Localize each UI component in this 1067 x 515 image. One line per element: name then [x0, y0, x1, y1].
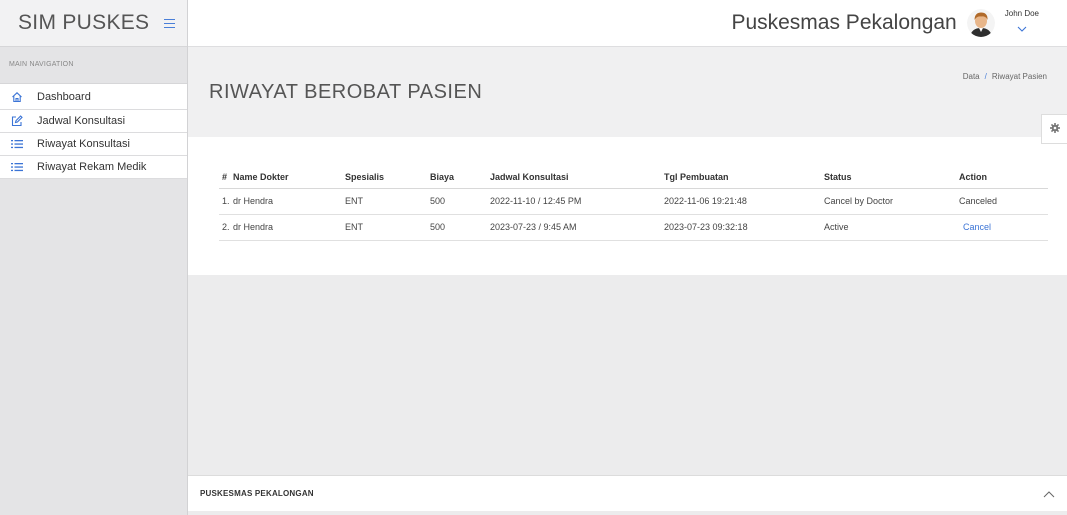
cell-jadwal: 2022-11-10 / 12:45 PM	[490, 188, 664, 215]
main-content: RIWAYAT BEROBAT PASIEN Data / Riwayat Pasi…	[188, 47, 1067, 515]
breadcrumb-current: Riwayat Pasien	[991, 72, 1047, 81]
sidebar-item-label: Riwayat Rekam Medik	[37, 161, 147, 173]
column-header-biaya: Biaya	[430, 166, 490, 189]
column-header-action: Action	[959, 166, 1048, 189]
site-title: Puskesmas Pekalongan	[731, 11, 957, 34]
cell-doctor-name: dr Hendra	[232, 214, 345, 241]
cell-jadwal: 2023-07-23 / 9:45 AM	[490, 214, 664, 241]
sidebar-item-label: Riwayat Konsultasi	[37, 138, 130, 150]
cell-tgl-pembuatan: 2023-07-23 09:32:18	[664, 214, 824, 241]
page-title: RIWAYAT BEROBAT PASIEN	[209, 81, 483, 103]
table-header-row: # Name Dokter Spesialis Biaya Jadwal Kon…	[219, 166, 1048, 189]
settings-toggle-button[interactable]	[1041, 114, 1067, 144]
user-name: John Doe	[1004, 9, 1039, 18]
column-header-tgl: Tgl Pembuatan	[664, 166, 824, 189]
sidebar-item-riwayat-konsultasi[interactable]: Riwayat Konsultasi	[0, 133, 187, 156]
column-header-name: Name Dokter	[232, 166, 345, 189]
chevron-down-icon	[1017, 19, 1027, 37]
table-row: 1. dr Hendra ENT 500 2022-11-10 / 12:45 …	[219, 188, 1048, 215]
sidebar-item-dashboard[interactable]: Dashboard	[0, 84, 187, 110]
cell-biaya: 500	[430, 214, 490, 241]
breadcrumb-separator: /	[984, 72, 987, 81]
footer-text: PUSKESMAS PEKALONGAN	[200, 489, 314, 498]
user-menu[interactable]: John Doe	[1005, 9, 1039, 37]
avatar[interactable]	[966, 9, 995, 37]
cell-action-text: Canceled	[959, 188, 1048, 215]
cell-biaya: 500	[430, 188, 490, 215]
nav-list: Dashboard Jadwal Konsultasi Riwayat Kons…	[0, 83, 187, 179]
cell-action: Cancel	[959, 214, 1048, 241]
list-icon	[10, 160, 24, 174]
cancel-link[interactable]: Cancel	[959, 222, 991, 232]
column-header-jadwal: Jadwal Konsultasi	[490, 166, 664, 189]
list-icon	[10, 137, 24, 151]
cell-number: 1.	[219, 188, 232, 215]
table-row: 2. dr Hendra ENT 500 2023-07-23 / 9:45 A…	[219, 214, 1048, 241]
column-header-status: Status	[824, 166, 959, 189]
breadcrumb-root[interactable]: Data	[963, 72, 980, 81]
cell-spesialis: ENT	[345, 188, 430, 215]
gear-icon	[1049, 120, 1060, 138]
history-table: # Name Dokter Spesialis Biaya Jadwal Kon…	[219, 166, 1048, 241]
home-icon	[10, 90, 24, 104]
brand-name[interactable]: SIM PUSKES	[18, 11, 149, 35]
cell-spesialis: ENT	[345, 214, 430, 241]
edit-icon	[10, 114, 24, 128]
sidebar-item-jadwal-konsultasi[interactable]: Jadwal Konsultasi	[0, 110, 187, 133]
chevron-up-icon[interactable]	[1043, 485, 1055, 503]
column-header-number: #	[219, 166, 232, 189]
sidebar-item-riwayat-rekam-medik[interactable]: Riwayat Rekam Medik	[0, 156, 187, 179]
cell-status: Active	[824, 214, 959, 241]
cell-number: 2.	[219, 214, 232, 241]
sidebar-item-label: Dashboard	[37, 90, 91, 103]
footer: PUSKESMAS PEKALONGAN	[188, 475, 1067, 511]
sidebar: SIM PUSKES MAIN NAVIGATION Dashboard Jad…	[0, 0, 188, 515]
cell-tgl-pembuatan: 2022-11-06 19:21:48	[664, 188, 824, 215]
nav-heading: MAIN NAVIGATION	[9, 61, 74, 68]
brand-bar: SIM PUSKES	[0, 0, 187, 47]
column-header-spesialis: Spesialis	[345, 166, 430, 189]
cell-status: Cancel by Doctor	[824, 188, 959, 215]
cell-doctor-name: dr Hendra	[232, 188, 345, 215]
top-header: Puskesmas Pekalongan John Doe	[188, 0, 1067, 47]
sidebar-item-label: Jadwal Konsultasi	[37, 115, 126, 127]
hamburger-menu-icon[interactable]	[164, 18, 175, 28]
page-header: RIWAYAT BEROBAT PASIEN Data / Riwayat Pasi…	[188, 47, 1067, 144]
history-table-panel: # Name Dokter Spesialis Biaya Jadwal Kon…	[188, 137, 1067, 275]
breadcrumb: Data / Riwayat Pasien	[963, 72, 1047, 81]
